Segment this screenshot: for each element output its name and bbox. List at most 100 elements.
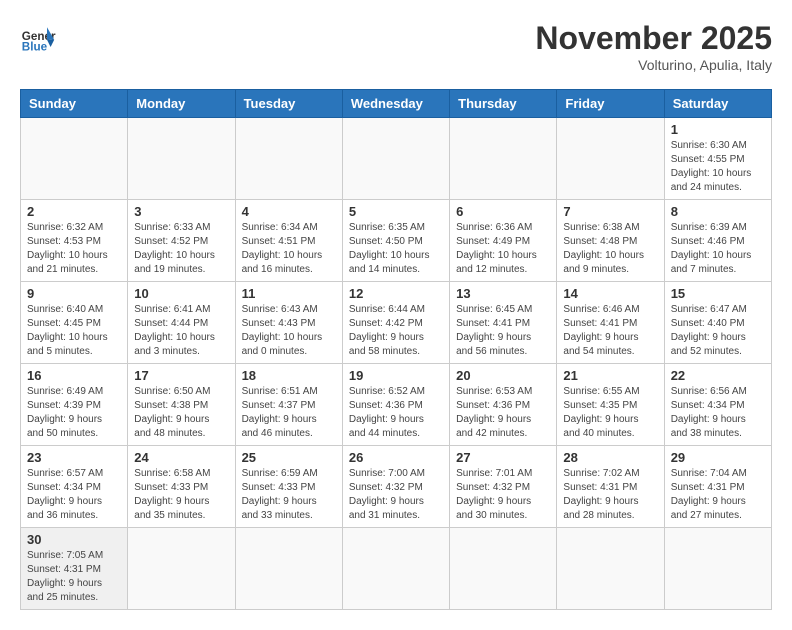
day-info: Sunrise: 6:50 AMSunset: 4:38 PMDaylight:…: [134, 385, 228, 441]
calendar-cell: [342, 528, 449, 610]
calendar-week-4: 16Sunrise: 6:49 AMSunset: 4:39 PMDayligh…: [21, 364, 772, 446]
day-info: Sunrise: 6:47 AMSunset: 4:40 PMDaylight:…: [671, 303, 765, 359]
calendar-week-1: 1 Sunrise: 6:30 AMSunset: 4:55 PMDaylight…: [21, 118, 772, 200]
day-number: 5: [349, 204, 443, 219]
calendar-cell: [450, 118, 557, 200]
calendar-cell: 13Sunrise: 6:45 AMSunset: 4:41 PMDayligh…: [450, 282, 557, 364]
day-info: Sunrise: 6:52 AMSunset: 4:36 PMDaylight:…: [349, 385, 443, 441]
day-info: Sunrise: 6:30 AMSunset: 4:55 PMDaylight:…: [671, 139, 765, 195]
calendar-header-row: SundayMondayTuesdayWednesdayThursdayFrid…: [21, 90, 772, 118]
day-info: Sunrise: 7:02 AMSunset: 4:31 PMDaylight:…: [563, 467, 657, 523]
calendar-cell: 19 Sunrise: 6:52 AMSunset: 4:36 PMDayligh…: [342, 364, 449, 446]
col-header-saturday: Saturday: [664, 90, 771, 118]
day-number: 3: [134, 204, 228, 219]
day-info: Sunrise: 7:04 AMSunset: 4:31 PMDaylight:…: [671, 467, 765, 523]
logo: General Blue: [20, 20, 56, 56]
calendar-week-2: 2 Sunrise: 6:32 AMSunset: 4:53 PMDaylight…: [21, 200, 772, 282]
day-info: Sunrise: 6:40 AMSunset: 4:45 PMDaylight:…: [27, 303, 121, 359]
calendar-cell: 6Sunrise: 6:36 AMSunset: 4:49 PMDaylight…: [450, 200, 557, 282]
calendar-cell: 8 Sunrise: 6:39 AMSunset: 4:46 PMDaylight…: [664, 200, 771, 282]
day-number: 22: [671, 368, 765, 383]
day-info: Sunrise: 6:39 AMSunset: 4:46 PMDaylight:…: [671, 221, 765, 277]
day-number: 1: [671, 122, 765, 137]
calendar-cell: 12Sunrise: 6:44 AMSunset: 4:42 PMDayligh…: [342, 282, 449, 364]
day-info: Sunrise: 6:59 AMSunset: 4:33 PMDaylight:…: [242, 467, 336, 523]
svg-text:Blue: Blue: [22, 41, 48, 54]
day-info: Sunrise: 7:05 AMSunset: 4:31 PMDaylight:…: [27, 549, 121, 605]
calendar-cell: 22 Sunrise: 6:56 AMSunset: 4:34 PMDayligh…: [664, 364, 771, 446]
page-header: General Blue November 2025 Volturino, Ap…: [20, 20, 772, 73]
day-info: Sunrise: 7:00 AMSunset: 4:32 PMDaylight:…: [349, 467, 443, 523]
title-block: November 2025 Volturino, Apulia, Italy: [535, 20, 772, 73]
calendar-cell: 3 Sunrise: 6:33 AMSunset: 4:52 PMDaylight…: [128, 200, 235, 282]
calendar-cell: 25 Sunrise: 6:59 AMSunset: 4:33 PMDayligh…: [235, 446, 342, 528]
col-header-thursday: Thursday: [450, 90, 557, 118]
calendar-cell: [21, 118, 128, 200]
day-number: 19: [349, 368, 443, 383]
calendar-week-3: 9Sunrise: 6:40 AMSunset: 4:45 PMDaylight…: [21, 282, 772, 364]
col-header-wednesday: Wednesday: [342, 90, 449, 118]
calendar-cell: 14Sunrise: 6:46 AMSunset: 4:41 PMDayligh…: [557, 282, 664, 364]
day-info: Sunrise: 6:41 AMSunset: 4:44 PMDaylight:…: [134, 303, 228, 359]
calendar-cell: 24 Sunrise: 6:58 AMSunset: 4:33 PMDayligh…: [128, 446, 235, 528]
day-info: Sunrise: 7:01 AMSunset: 4:32 PMDaylight:…: [456, 467, 550, 523]
day-info: Sunrise: 6:34 AMSunset: 4:51 PMDaylight:…: [242, 221, 336, 277]
calendar-cell: 5Sunrise: 6:35 AMSunset: 4:50 PMDaylight…: [342, 200, 449, 282]
day-number: 8: [671, 204, 765, 219]
day-info: Sunrise: 6:32 AMSunset: 4:53 PMDaylight:…: [27, 221, 121, 277]
calendar-cell: 15 Sunrise: 6:47 AMSunset: 4:40 PMDayligh…: [664, 282, 771, 364]
day-number: 27: [456, 450, 550, 465]
calendar-cell: [450, 528, 557, 610]
day-info: Sunrise: 6:51 AMSunset: 4:37 PMDaylight:…: [242, 385, 336, 441]
day-info: Sunrise: 6:43 AMSunset: 4:43 PMDaylight:…: [242, 303, 336, 359]
day-number: 13: [456, 286, 550, 301]
calendar-cell: 29Sunrise: 7:04 AMSunset: 4:31 PMDayligh…: [664, 446, 771, 528]
day-number: 2: [27, 204, 121, 219]
day-number: 25: [242, 450, 336, 465]
calendar-cell: 2 Sunrise: 6:32 AMSunset: 4:53 PMDaylight…: [21, 200, 128, 282]
calendar-week-6: 30 Sunrise: 7:05 AMSunset: 4:31 PMDayligh…: [21, 528, 772, 610]
calendar-cell: 27 Sunrise: 7:01 AMSunset: 4:32 PMDayligh…: [450, 446, 557, 528]
month-title: November 2025: [535, 20, 772, 57]
calendar-cell: 18 Sunrise: 6:51 AMSunset: 4:37 PMDayligh…: [235, 364, 342, 446]
col-header-sunday: Sunday: [21, 90, 128, 118]
day-number: 30: [27, 532, 121, 547]
day-number: 28: [563, 450, 657, 465]
calendar-cell: 16Sunrise: 6:49 AMSunset: 4:39 PMDayligh…: [21, 364, 128, 446]
day-info: Sunrise: 6:56 AMSunset: 4:34 PMDaylight:…: [671, 385, 765, 441]
calendar-cell: 10 Sunrise: 6:41 AMSunset: 4:44 PMDayligh…: [128, 282, 235, 364]
day-number: 24: [134, 450, 228, 465]
day-info: Sunrise: 6:53 AMSunset: 4:36 PMDaylight:…: [456, 385, 550, 441]
day-number: 7: [563, 204, 657, 219]
day-info: Sunrise: 6:38 AMSunset: 4:48 PMDaylight:…: [563, 221, 657, 277]
calendar-cell: [128, 528, 235, 610]
day-number: 23: [27, 450, 121, 465]
location-subtitle: Volturino, Apulia, Italy: [535, 57, 772, 73]
day-info: Sunrise: 6:33 AMSunset: 4:52 PMDaylight:…: [134, 221, 228, 277]
day-number: 6: [456, 204, 550, 219]
calendar-cell: [128, 118, 235, 200]
day-number: 10: [134, 286, 228, 301]
calendar-cell: 7 Sunrise: 6:38 AMSunset: 4:48 PMDaylight…: [557, 200, 664, 282]
calendar-cell: [235, 118, 342, 200]
day-number: 18: [242, 368, 336, 383]
calendar-cell: [664, 528, 771, 610]
day-number: 26: [349, 450, 443, 465]
calendar-cell: 28 Sunrise: 7:02 AMSunset: 4:31 PMDayligh…: [557, 446, 664, 528]
calendar-table: SundayMondayTuesdayWednesdayThursdayFrid…: [20, 89, 772, 610]
col-header-monday: Monday: [128, 90, 235, 118]
day-info: Sunrise: 6:58 AMSunset: 4:33 PMDaylight:…: [134, 467, 228, 523]
day-info: Sunrise: 6:55 AMSunset: 4:35 PMDaylight:…: [563, 385, 657, 441]
day-number: 15: [671, 286, 765, 301]
day-info: Sunrise: 6:44 AMSunset: 4:42 PMDaylight:…: [349, 303, 443, 359]
calendar-cell: 20 Sunrise: 6:53 AMSunset: 4:36 PMDayligh…: [450, 364, 557, 446]
calendar-week-5: 23Sunrise: 6:57 AMSunset: 4:34 PMDayligh…: [21, 446, 772, 528]
calendar-cell: [557, 118, 664, 200]
day-number: 11: [242, 286, 336, 301]
logo-icon: General Blue: [20, 20, 56, 56]
calendar-cell: [235, 528, 342, 610]
day-number: 20: [456, 368, 550, 383]
col-header-tuesday: Tuesday: [235, 90, 342, 118]
calendar-cell: [557, 528, 664, 610]
day-info: Sunrise: 6:49 AMSunset: 4:39 PMDaylight:…: [27, 385, 121, 441]
